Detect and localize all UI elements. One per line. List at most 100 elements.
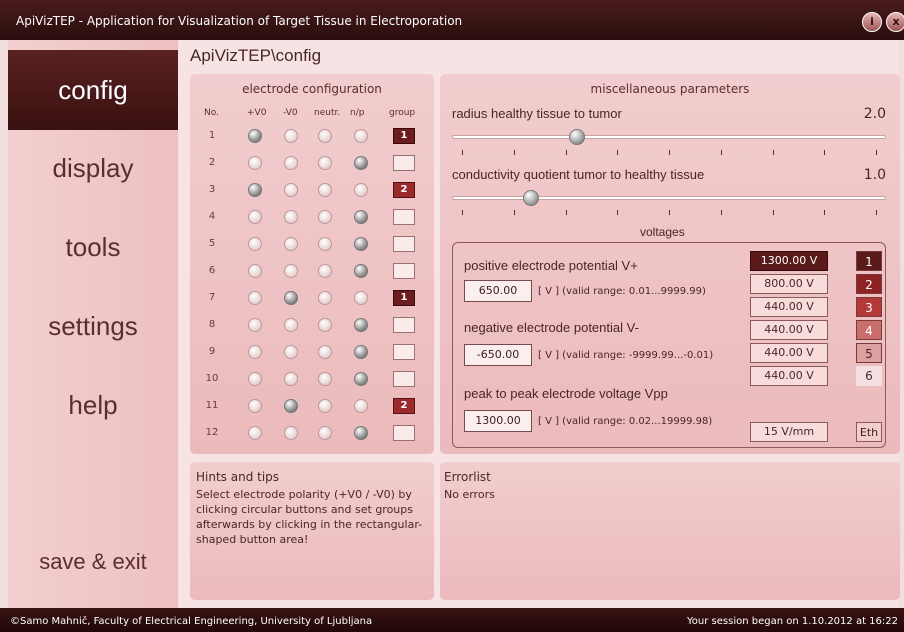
eth-button[interactable]: Eth xyxy=(856,422,882,442)
electrode-pos-radio[interactable] xyxy=(248,129,262,143)
electrode-number: 4 xyxy=(208,211,216,222)
pos-potential-input[interactable]: 650.00 xyxy=(464,280,532,302)
group-number-badge[interactable]: 2 xyxy=(856,274,882,294)
electrode-neutral-radio[interactable] xyxy=(318,210,332,224)
electrode-neg-radio[interactable] xyxy=(284,183,298,197)
electrode-neutral-radio[interactable] xyxy=(318,264,332,278)
radius-slider-track[interactable] xyxy=(452,135,886,139)
radius-slider-thumb[interactable] xyxy=(569,129,586,145)
electrode-np-radio[interactable] xyxy=(354,129,368,143)
neg-potential-label: negative electrode potential V- xyxy=(464,320,639,335)
electrode-group-button[interactable]: 2 xyxy=(393,182,415,198)
slider-tick xyxy=(462,210,463,215)
electrode-pos-radio[interactable] xyxy=(248,156,262,170)
electrode-group-button[interactable]: 1 xyxy=(393,290,415,306)
electrode-number: 8 xyxy=(208,319,216,330)
electrode-group-button[interactable] xyxy=(393,344,415,360)
electrode-pos-radio[interactable] xyxy=(248,264,262,278)
electrode-pos-radio[interactable] xyxy=(248,237,262,251)
electrode-group-button[interactable] xyxy=(393,236,415,252)
electrode-neutral-radio[interactable] xyxy=(318,345,332,359)
electrode-neutral-radio[interactable] xyxy=(318,129,332,143)
electrode-neutral-radio[interactable] xyxy=(318,237,332,251)
group-number-badge[interactable]: 6 xyxy=(856,366,882,386)
electrode-neg-radio[interactable] xyxy=(284,372,298,386)
electrode-np-radio[interactable] xyxy=(354,399,368,413)
electrode-np-radio[interactable] xyxy=(354,345,368,359)
electrode-group-button[interactable] xyxy=(393,209,415,225)
conductivity-slider-thumb[interactable] xyxy=(523,190,540,206)
nav-help[interactable]: help xyxy=(8,365,178,445)
header-np: n/p xyxy=(350,108,365,118)
slider-tick xyxy=(617,210,619,215)
electrode-group-button[interactable] xyxy=(393,425,415,441)
electrode-neutral-radio[interactable] xyxy=(318,183,332,197)
misc-panel-title: miscellaneous parameters xyxy=(590,82,750,96)
electrode-group-button[interactable]: 2 xyxy=(393,398,415,414)
group-number-badge[interactable]: 5 xyxy=(856,343,882,363)
electrode-neutral-radio[interactable] xyxy=(318,156,332,170)
conductivity-slider-track[interactable] xyxy=(452,196,886,200)
electrode-neg-radio[interactable] xyxy=(284,264,298,278)
electrode-pos-radio[interactable] xyxy=(248,318,262,332)
electrode-neg-radio[interactable] xyxy=(284,156,298,170)
electrode-group-button[interactable]: 1 xyxy=(393,128,415,144)
neg-potential-input[interactable]: -650.00 xyxy=(464,344,532,366)
slider-tick xyxy=(824,210,826,215)
nav-config[interactable]: config xyxy=(8,50,178,130)
electrode-group-button[interactable] xyxy=(393,371,415,387)
electrode-group-button[interactable] xyxy=(393,155,415,171)
electrode-neg-radio[interactable] xyxy=(284,345,298,359)
electrode-pos-radio[interactable] xyxy=(248,426,262,440)
vpp-input[interactable]: 1300.00 xyxy=(464,410,532,432)
nav-tools[interactable]: tools xyxy=(8,207,178,287)
nav-display[interactable]: display xyxy=(8,128,178,208)
group-number-badge[interactable]: 4 xyxy=(856,320,882,340)
electrode-np-radio[interactable] xyxy=(354,426,368,440)
electrode-neg-radio[interactable] xyxy=(284,237,298,251)
group-number-badge[interactable]: 1 xyxy=(856,251,882,271)
electrode-pos-radio[interactable] xyxy=(248,372,262,386)
electrode-np-radio[interactable] xyxy=(354,264,368,278)
electrode-neg-radio[interactable] xyxy=(284,291,298,305)
electrode-np-radio[interactable] xyxy=(354,183,368,197)
electrode-np-radio[interactable] xyxy=(354,318,368,332)
nav-settings[interactable]: settings xyxy=(8,286,178,366)
slider-tick xyxy=(772,210,774,215)
electrode-pos-radio[interactable] xyxy=(248,291,262,305)
group-voltage-button[interactable]: 440.00 V xyxy=(750,343,828,363)
electrode-group-button[interactable] xyxy=(393,317,415,333)
electrode-neg-radio[interactable] xyxy=(284,318,298,332)
electrode-pos-radio[interactable] xyxy=(248,345,262,359)
electrode-neg-radio[interactable] xyxy=(284,426,298,440)
electrode-neutral-radio[interactable] xyxy=(318,426,332,440)
electrode-neutral-radio[interactable] xyxy=(318,291,332,305)
info-button[interactable]: i xyxy=(862,12,882,32)
group-voltage-button[interactable]: 1300.00 V xyxy=(750,251,828,271)
electrode-np-radio[interactable] xyxy=(354,237,368,251)
eth-input[interactable]: 15 V/mm xyxy=(750,422,828,442)
electrode-np-radio[interactable] xyxy=(354,156,368,170)
group-voltage-button[interactable]: 440.00 V xyxy=(750,297,828,317)
group-voltage-button[interactable]: 800.00 V xyxy=(750,274,828,294)
electrode-pos-radio[interactable] xyxy=(248,399,262,413)
electrode-neutral-radio[interactable] xyxy=(318,318,332,332)
electrode-neg-radio[interactable] xyxy=(284,129,298,143)
close-button[interactable]: x xyxy=(886,12,904,32)
electrode-pos-radio[interactable] xyxy=(248,183,262,197)
footer-copyright: ©Samo Mahnič, Faculty of Electrical Engi… xyxy=(10,616,373,627)
electrode-np-radio[interactable] xyxy=(354,372,368,386)
group-voltage-button[interactable]: 440.00 V xyxy=(750,366,828,386)
electrode-neutral-radio[interactable] xyxy=(318,372,332,386)
electrode-np-radio[interactable] xyxy=(354,291,368,305)
nav-save-exit[interactable]: save & exit xyxy=(8,522,178,602)
electrode-pos-radio[interactable] xyxy=(248,210,262,224)
electrode-neg-radio[interactable] xyxy=(284,210,298,224)
group-voltage-button[interactable]: 440.00 V xyxy=(750,320,828,340)
electrode-np-radio[interactable] xyxy=(354,210,368,224)
electrode-neg-radio[interactable] xyxy=(284,399,298,413)
electrode-neutral-radio[interactable] xyxy=(318,399,332,413)
slider-tick xyxy=(513,210,515,215)
electrode-group-button[interactable] xyxy=(393,263,415,279)
group-number-badge[interactable]: 3 xyxy=(856,297,882,317)
